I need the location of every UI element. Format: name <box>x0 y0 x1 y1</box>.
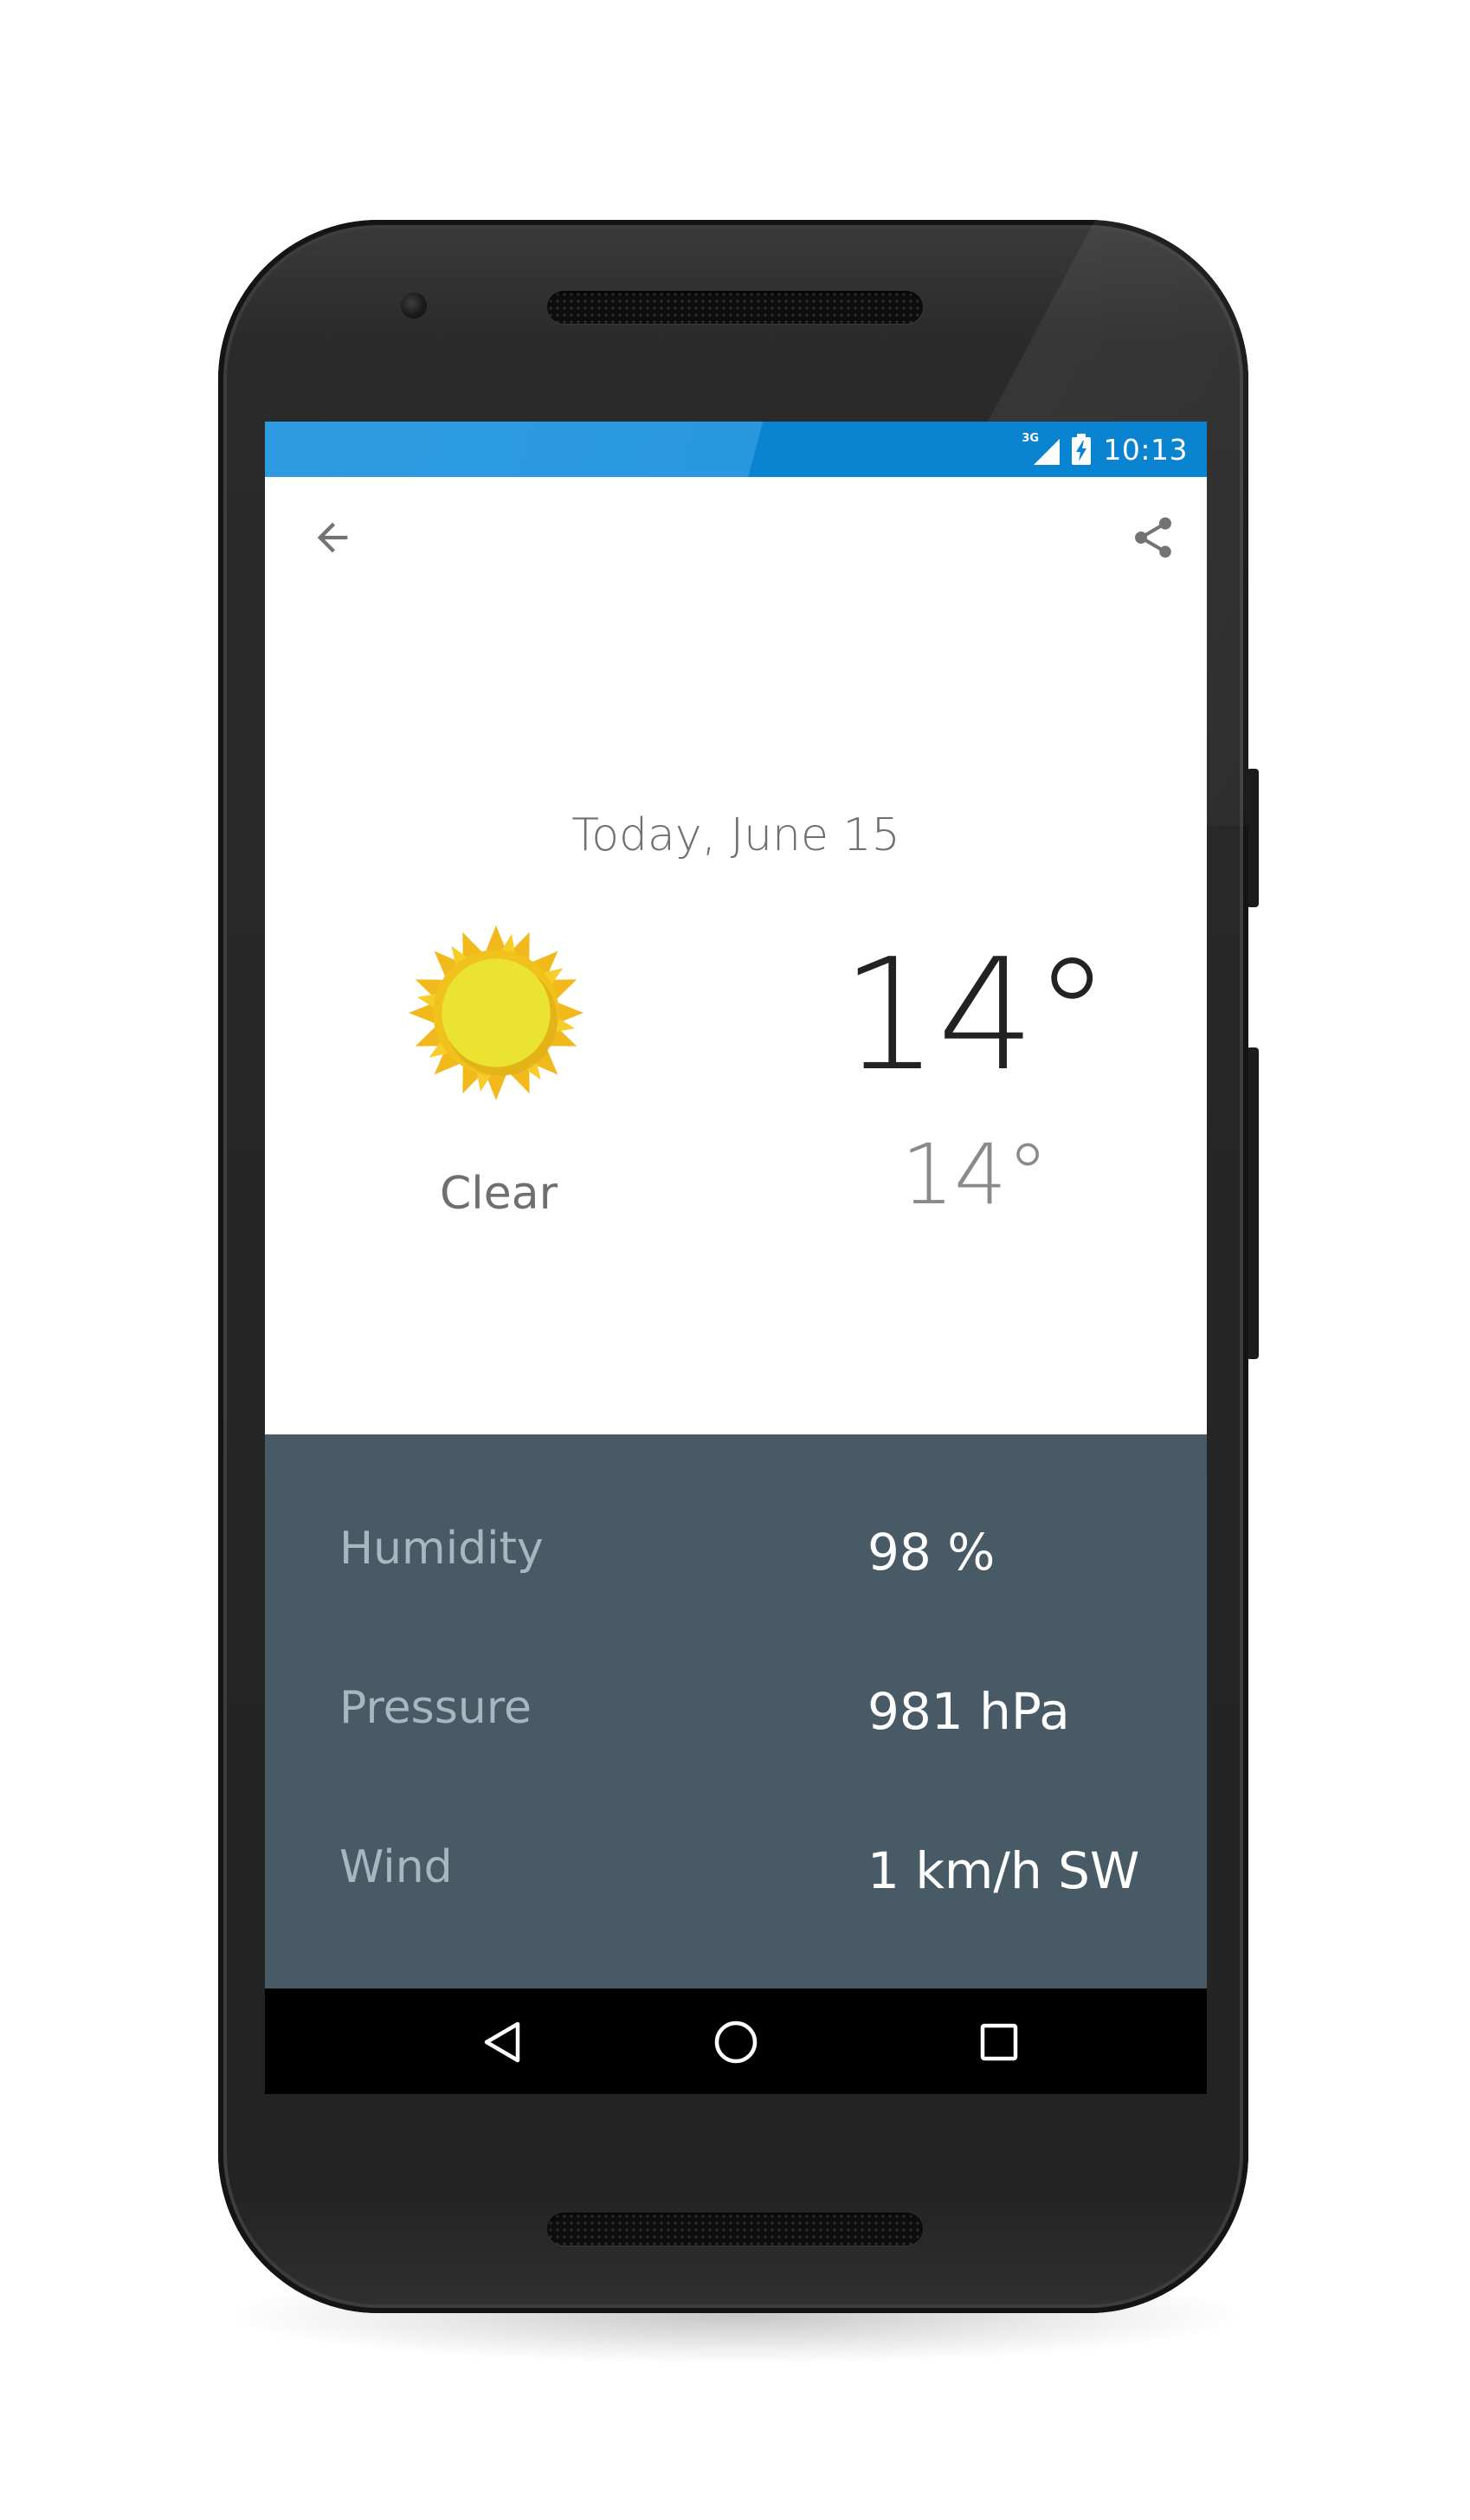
share-icon <box>1135 517 1171 558</box>
page: 3G 10:13 Today, June 15 Clear 14° 14° Hu… <box>0 0 1470 2520</box>
navigation-bar <box>265 1988 1207 2094</box>
phone-screen: 3G 10:13 Today, June 15 Clear 14° 14° Hu… <box>265 422 1207 2094</box>
high-temperature: 14° <box>841 925 1111 1105</box>
status-bar: 3G 10:13 <box>265 422 1207 477</box>
cellular-signal-icon: 3G <box>1022 432 1061 467</box>
forecast-date: Today, June 15 <box>571 809 900 861</box>
top-speaker-grille <box>547 291 923 324</box>
battery-charging-icon <box>1072 434 1092 465</box>
nav-back-triangle-icon <box>484 2021 520 2063</box>
detail-label: Humidity <box>339 1523 544 1575</box>
detail-row-wind: Wind 1 km/h SW <box>265 1826 1207 1912</box>
bottom-speaker-grille <box>547 2213 923 2246</box>
sun-icon <box>409 925 583 1100</box>
back-button[interactable] <box>301 506 364 569</box>
nav-recents-square-icon <box>980 2023 1018 2061</box>
detail-row-pressure: Pressure 981 hPa <box>265 1666 1207 1753</box>
front-camera <box>401 293 427 319</box>
signal-triangle-icon <box>1034 439 1061 465</box>
nav-home-circle-icon <box>714 2021 758 2064</box>
volume-button <box>1247 1047 1259 1359</box>
status-icons: 3G 10:13 <box>1022 422 1188 477</box>
detail-label: Pressure <box>339 1682 532 1734</box>
power-button <box>1247 769 1259 907</box>
weather-details-panel: Humidity 98 % Pressure 981 hPa Wind 1 km… <box>265 1434 1207 1988</box>
detail-value: 98 % <box>867 1523 996 1582</box>
detail-row-humidity: Humidity 98 % <box>265 1507 1207 1594</box>
nav-back-button[interactable] <box>469 2009 535 2075</box>
detail-value: 981 hPa <box>867 1682 1070 1741</box>
app-bar <box>265 477 1207 607</box>
status-clock: 10:13 <box>1103 432 1188 467</box>
arrow-back-icon <box>317 522 348 553</box>
low-temperature: 14° <box>900 1126 1049 1223</box>
weather-condition: Clear <box>440 1168 558 1220</box>
detail-value: 1 km/h SW <box>867 1841 1140 1900</box>
nav-recents-button[interactable] <box>966 2009 1032 2075</box>
detail-label: Wind <box>339 1841 453 1893</box>
share-button[interactable] <box>1122 506 1184 569</box>
nav-home-button[interactable] <box>703 2009 769 2075</box>
